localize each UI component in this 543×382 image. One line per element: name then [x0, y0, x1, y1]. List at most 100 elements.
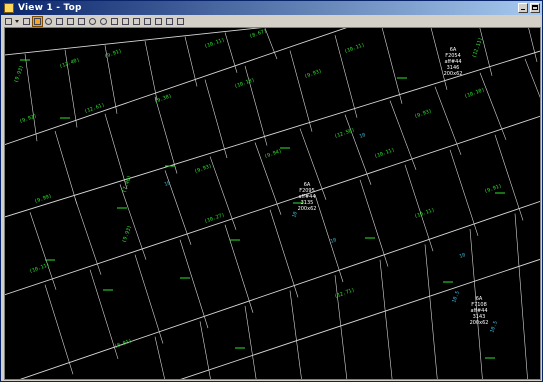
dimension-label: 10	[459, 252, 467, 260]
lot-divider-line	[154, 336, 165, 379]
lot-divider-line	[134, 254, 164, 344]
lot-label: (9.93)	[304, 68, 323, 80]
lot-labels: (9.93) (12.40) (9.91) (10.11) (8.67) (10.11) (…	[13, 28, 502, 350]
view-window-icon	[4, 3, 14, 13]
lot-divider-line	[44, 284, 74, 375]
lot-label: (12.71)	[334, 287, 356, 300]
window-title: View 1 - Top	[18, 3, 82, 13]
lot-divider-line	[29, 212, 57, 290]
lot-divider-line	[379, 259, 393, 379]
lot-divider-line	[289, 50, 313, 132]
block-label: 6AF2095aff#443135200x62	[298, 182, 317, 212]
lot-divider-line	[514, 213, 528, 379]
view-window: View 1 - Top (9.93) (12.40) (9.91) (10.11)(…	[0, 0, 543, 382]
block-label: 6AF7108aff#443143200x62	[470, 296, 489, 326]
lot-divider-line	[449, 149, 479, 236]
lot-label: (10.11)	[29, 262, 51, 275]
parcel-lines	[5, 28, 540, 379]
lot-label: (8.67)	[249, 28, 268, 40]
view-options-icon[interactable]	[4, 17, 13, 26]
view-previous-icon[interactable]	[99, 17, 108, 26]
update-view-icon[interactable]	[132, 17, 141, 26]
camera-icon[interactable]	[165, 17, 174, 26]
street-line	[5, 115, 540, 296]
lot-divider-line	[524, 58, 540, 98]
lot-label: (9.91)	[104, 48, 123, 60]
lot-divider-line	[479, 72, 507, 140]
title-bar[interactable]: View 1 - Top	[1, 1, 542, 15]
lot-divider-line	[289, 290, 302, 379]
block-label: 6AF2054aff#443146200x62	[444, 47, 463, 77]
lot-divider-line	[389, 100, 417, 170]
lot-label: (12.50)	[334, 127, 356, 140]
view-attributes-icon[interactable]	[176, 17, 185, 26]
lot-divider-line	[179, 239, 209, 329]
element-select-icon[interactable]	[22, 17, 31, 26]
rotate-view-icon[interactable]	[88, 17, 97, 26]
lot-label: (9.93)	[121, 225, 133, 244]
view-next-icon[interactable]	[110, 17, 119, 26]
lot-label: (12.11)	[471, 37, 484, 59]
lot-divider-line	[154, 96, 178, 174]
lot-label: (8.91)	[114, 338, 133, 350]
lot-label: (9.93)	[414, 108, 433, 120]
view-control-toolbar	[1, 15, 542, 27]
lot-divider-line	[528, 28, 538, 62]
block-labels: 6AF2054aff#443146200x62 6AF2095aff#443135…	[298, 47, 489, 326]
lot-label: (7.40)	[121, 175, 133, 194]
lot-divider-line	[204, 79, 228, 159]
drawing-viewport[interactable]: (9.93) (12.40) (9.91) (10.11) (8.67) (10.11) (…	[4, 27, 541, 380]
lot-divider-line	[434, 86, 462, 155]
block-label-line: 200x62	[444, 71, 463, 77]
lot-label: (12.40)	[59, 57, 81, 70]
lot-label: (10.18)	[234, 77, 256, 90]
lot-label: (9.38)	[154, 93, 173, 105]
level-display-icon[interactable]	[154, 17, 163, 26]
lot-divider-line	[424, 244, 438, 379]
lot-divider-line	[344, 114, 372, 185]
zoom-out-icon[interactable]	[55, 17, 64, 26]
zoom-in-icon[interactable]	[44, 17, 53, 26]
parcel-map: (9.93) (12.40) (9.91) (10.11) (8.67) (10.11) (…	[5, 28, 540, 379]
lot-label: (10.11)	[374, 147, 396, 160]
lot-label: (9.93)	[194, 163, 213, 175]
maximize-button[interactable]	[530, 3, 540, 13]
lot-divider-line	[269, 209, 299, 298]
dimension-label: 10	[164, 180, 172, 188]
pan-icon[interactable]	[32, 15, 43, 27]
copy-view-icon[interactable]	[121, 17, 130, 26]
lot-divider-line	[104, 113, 128, 190]
lot-divider-line	[244, 305, 257, 379]
clip-volume-icon[interactable]	[143, 17, 152, 26]
dimension-label: 10.5	[451, 290, 461, 303]
lot-divider-line	[54, 130, 78, 205]
dimension-label: 10	[330, 237, 338, 245]
lot-label: (12.61)	[84, 102, 106, 115]
lot-divider-line	[359, 179, 389, 267]
lot-divider-line	[24, 53, 38, 142]
lot-divider-line	[74, 198, 102, 275]
lot-label: (10.11)	[414, 207, 436, 220]
minimize-button[interactable]	[518, 3, 528, 13]
lot-divider-line	[381, 28, 403, 104]
street-line	[19, 200, 540, 379]
dimension-label: 10	[291, 211, 299, 219]
lot-label: (10.11)	[204, 37, 226, 50]
dropdown-arrow-icon[interactable]	[15, 17, 20, 26]
window-area-icon[interactable]	[66, 17, 75, 26]
lot-label: (10.11)	[344, 42, 366, 55]
lot-label: (10.10)	[464, 87, 486, 100]
lot-label: (9.93)	[13, 65, 25, 84]
lot-divider-line	[224, 32, 238, 73]
lot-divider-line	[224, 224, 254, 313]
fit-view-icon[interactable]	[77, 17, 86, 26]
lot-divider-line	[119, 184, 147, 260]
dimension-label: 10	[359, 132, 367, 140]
lot-label: (9.94)	[264, 148, 283, 160]
lot-label: (10.27)	[204, 212, 226, 225]
lot-divider-line	[314, 194, 344, 283]
block-label-line: 200x62	[298, 206, 317, 212]
lot-divider-line	[494, 134, 524, 221]
lot-divider-line	[144, 40, 158, 101]
block-label-line: 200x62	[470, 320, 489, 326]
